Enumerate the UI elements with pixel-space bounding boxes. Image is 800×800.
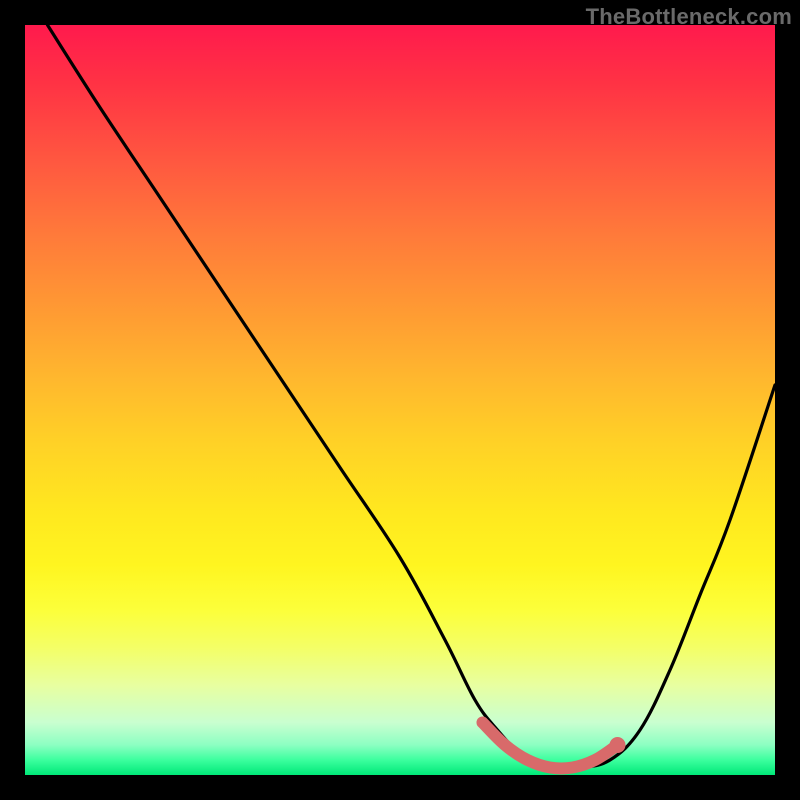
highlight-dot xyxy=(610,737,626,753)
chart-frame: TheBottleneck.com xyxy=(0,0,800,800)
curve-layer xyxy=(25,25,775,775)
highlight-segment-path xyxy=(483,723,618,769)
plot-area xyxy=(25,25,775,775)
bottleneck-curve-path xyxy=(48,25,776,769)
